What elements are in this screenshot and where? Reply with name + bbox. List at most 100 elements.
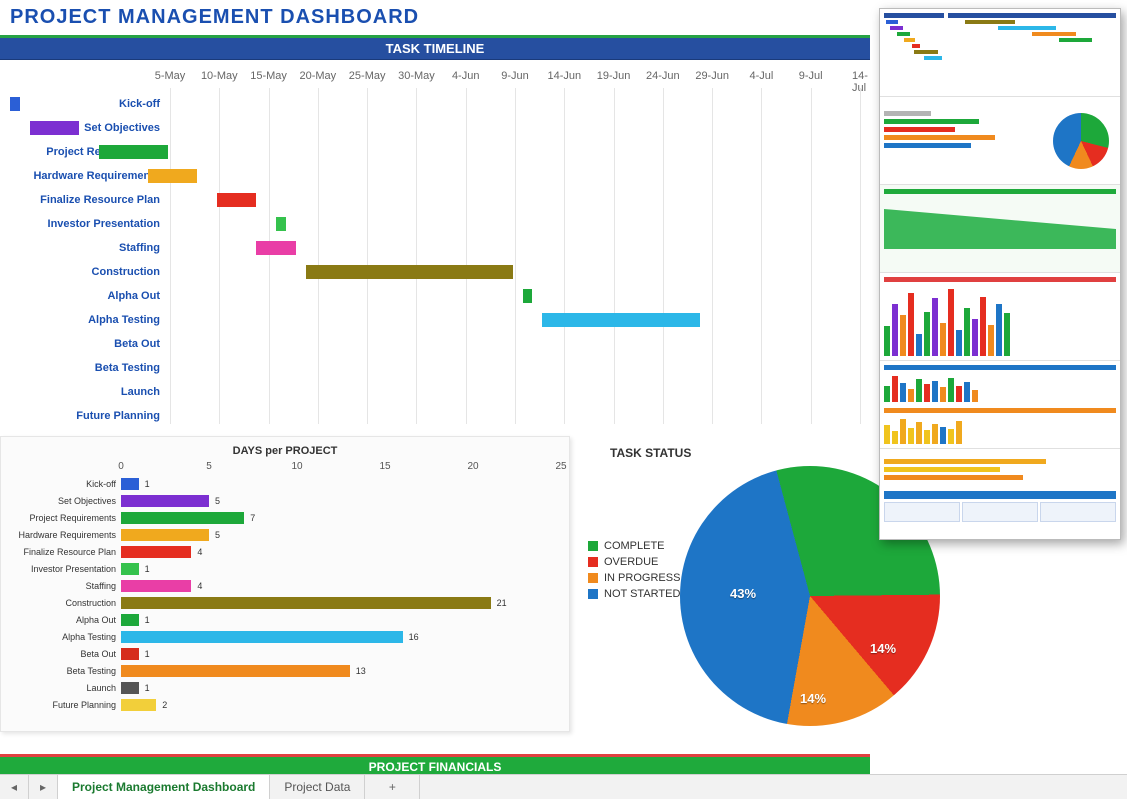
gantt-row-label: Beta Testing bbox=[10, 356, 160, 380]
dpp-row-label: Beta Out bbox=[11, 646, 116, 662]
dpp-value: 4 bbox=[197, 578, 202, 594]
dpp-row-label: Future Planning bbox=[11, 697, 116, 713]
legend-swatch bbox=[588, 557, 598, 567]
gantt-chart: 5-May10-May15-May20-May25-May30-May4-Jun… bbox=[0, 60, 870, 430]
gantt-tick: 9-Jun bbox=[501, 70, 529, 82]
legend-item: IN PROGRESS bbox=[588, 572, 680, 584]
legend-item: COMPLETE bbox=[588, 540, 680, 552]
gantt-tick: 5-May bbox=[155, 70, 186, 82]
dpp-row-label: Kick-off bbox=[11, 476, 116, 492]
dpp-title: DAYS per PROJECT bbox=[11, 445, 559, 457]
dpp-bar bbox=[121, 614, 139, 626]
gantt-row-label: Future Planning bbox=[10, 404, 160, 428]
dpp-row-label: Alpha Testing bbox=[11, 629, 116, 645]
gantt-row-label: Hardware Requirements bbox=[10, 164, 160, 188]
gantt-tick: 29-Jun bbox=[695, 70, 729, 82]
dpp-bar bbox=[121, 682, 139, 694]
gantt-bar bbox=[256, 241, 295, 255]
dpp-bar bbox=[121, 546, 191, 558]
thumb-status[interactable] bbox=[880, 97, 1120, 185]
legend-label: COMPLETE bbox=[604, 540, 665, 552]
tab-nav-prev[interactable]: ◂ bbox=[0, 775, 29, 799]
gantt-tick: 4-Jul bbox=[750, 70, 774, 82]
gantt-bar bbox=[148, 169, 197, 183]
dpp-value: 2 bbox=[162, 697, 167, 713]
legend-swatch bbox=[588, 589, 598, 599]
thumb-column2[interactable] bbox=[880, 361, 1120, 449]
legend-label: NOT STARTED bbox=[604, 588, 680, 600]
tab-add[interactable]: + bbox=[365, 775, 420, 799]
dpp-value: 7 bbox=[250, 510, 255, 526]
dpp-bar bbox=[121, 580, 191, 592]
dpp-tick: 0 bbox=[118, 461, 124, 472]
dpp-row-label: Set Objectives bbox=[11, 493, 116, 509]
dpp-tick: 10 bbox=[291, 461, 302, 472]
gantt-bar bbox=[542, 313, 700, 327]
legend-item: OVERDUE bbox=[588, 556, 680, 568]
tab-nav-next[interactable]: ▸ bbox=[29, 775, 58, 799]
gantt-row-label: Launch bbox=[10, 380, 160, 404]
tab-dashboard[interactable]: Project Management Dashboard bbox=[58, 775, 270, 799]
gantt-tick: 9-Jul bbox=[799, 70, 823, 82]
dpp-value: 1 bbox=[145, 561, 150, 577]
thumb-budget[interactable] bbox=[880, 449, 1120, 539]
legend-swatch bbox=[588, 541, 598, 551]
sheet-tabs: ◂ ▸ Project Management Dashboard Project… bbox=[0, 774, 1127, 799]
dpp-row-label: Construction bbox=[11, 595, 116, 611]
dpp-bar bbox=[121, 529, 209, 541]
dpp-bar bbox=[121, 597, 491, 609]
legend-label: IN PROGRESS bbox=[604, 572, 680, 584]
dpp-tick: 15 bbox=[379, 461, 390, 472]
tab-project-data[interactable]: Project Data bbox=[270, 775, 365, 799]
dpp-row-label: Project Requirements bbox=[11, 510, 116, 526]
dpp-bar bbox=[121, 699, 156, 711]
gantt-row-label: Staffing bbox=[10, 236, 160, 260]
gantt-row-label: Beta Out bbox=[10, 332, 160, 356]
gantt-tick: 19-Jun bbox=[597, 70, 631, 82]
dpp-row-label: Beta Testing bbox=[11, 663, 116, 679]
task-status-chart: TASK STATUS COMPLETE OVERDUE IN PROGRESS NO… bbox=[570, 436, 870, 732]
dpp-bar bbox=[121, 478, 139, 490]
gantt-row-label: Kick-off bbox=[10, 92, 160, 116]
dpp-value: 5 bbox=[215, 527, 220, 543]
dpp-value: 16 bbox=[409, 629, 419, 645]
gantt-tick: 10-May bbox=[201, 70, 238, 82]
gantt-tick: 25-May bbox=[349, 70, 386, 82]
dpp-row-label: Launch bbox=[11, 680, 116, 696]
thumb-gantt[interactable] bbox=[880, 9, 1120, 97]
dpp-value: 1 bbox=[145, 476, 150, 492]
dpp-bar bbox=[121, 563, 139, 575]
gantt-bar bbox=[276, 217, 286, 231]
dpp-row-label: Investor Presentation bbox=[11, 561, 116, 577]
thumb-column1[interactable] bbox=[880, 273, 1120, 361]
dpp-row-label: Staffing bbox=[11, 578, 116, 594]
pie-slice-label: 14% bbox=[800, 691, 826, 706]
dpp-tick: 20 bbox=[467, 461, 478, 472]
dpp-value: 4 bbox=[197, 544, 202, 560]
gantt-bar bbox=[523, 289, 533, 303]
dpp-bar bbox=[121, 665, 350, 677]
status-title: TASK STATUS bbox=[610, 446, 691, 460]
dpp-value: 1 bbox=[145, 680, 150, 696]
gantt-row-label: Investor Presentation bbox=[10, 212, 160, 236]
gantt-row-label: Finalize Resource Plan bbox=[10, 188, 160, 212]
legend-swatch bbox=[588, 573, 598, 583]
dpp-bar bbox=[121, 495, 209, 507]
gantt-tick: 24-Jun bbox=[646, 70, 680, 82]
gantt-tick: 15-May bbox=[250, 70, 287, 82]
dpp-value: 13 bbox=[356, 663, 366, 679]
gantt-row-label: Alpha Testing bbox=[10, 308, 160, 332]
thumbnail-overview-panel[interactable] bbox=[879, 8, 1121, 540]
days-per-project-chart: DAYS per PROJECT 0510152025Kick-off1Set … bbox=[0, 436, 570, 732]
dpp-bar bbox=[121, 648, 139, 660]
gantt-bar bbox=[99, 145, 168, 159]
thumb-resources[interactable] bbox=[880, 185, 1120, 273]
dpp-bar bbox=[121, 512, 244, 524]
dpp-value: 1 bbox=[145, 612, 150, 628]
gantt-tick: 14-Jun bbox=[547, 70, 581, 82]
gantt-row-label: Alpha Out bbox=[10, 284, 160, 308]
legend-item: NOT STARTED bbox=[588, 588, 680, 600]
dpp-row-label: Hardware Requirements bbox=[11, 527, 116, 543]
gantt-tick: 4-Jun bbox=[452, 70, 480, 82]
status-legend: COMPLETE OVERDUE IN PROGRESS NOT STARTED bbox=[588, 536, 680, 604]
